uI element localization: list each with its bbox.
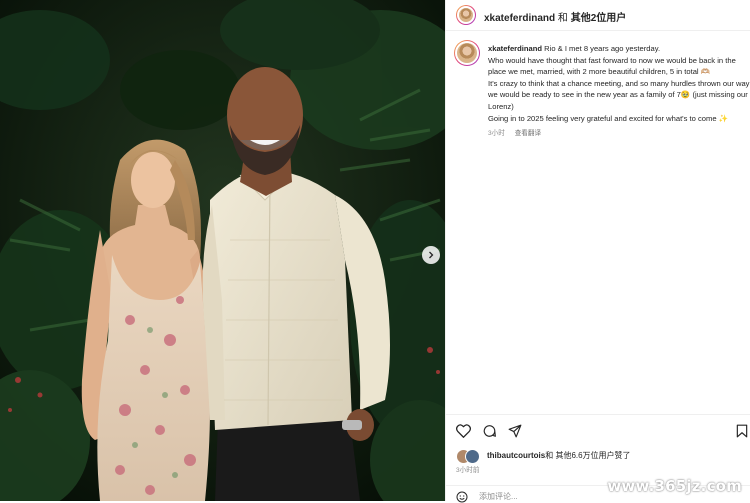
caption-line-1: Rio & I met 8 years ago yesterday. (544, 44, 661, 53)
comment-icon[interactable] (482, 424, 497, 438)
caption-line-4: Going in to 2025 feeling very grateful a… (488, 113, 729, 123)
caption-time: 3小时 (488, 130, 505, 138)
liker-avatar (465, 449, 480, 464)
header-others[interactable]: 其他2位用户 (571, 13, 627, 24)
header-usernames: xkateferdinand 和 其他2位用户 (484, 9, 626, 24)
caption-body: xkateferdinand Rio & I met 8 years ago y… (488, 43, 750, 140)
action-bar (446, 414, 750, 445)
liker-username[interactable]: thibautcourtois (487, 451, 545, 460)
post-header: xkateferdinand 和 其他2位用户 (446, 0, 750, 31)
caption-avatar[interactable] (454, 40, 480, 66)
caption-line-2: Who would have thought that fast forward… (488, 55, 736, 77)
heart-icon[interactable] (456, 424, 471, 438)
post-sidebar: xkateferdinand 和 其他2位用户 xkateferdinand R… (445, 0, 750, 503)
likes-text: thibautcourtois和 其他6.6万位用户赞了 (487, 450, 631, 461)
watermark: www.365jz.com (607, 477, 742, 495)
photo-image (0, 0, 445, 501)
post-time: 3小时前 (456, 467, 480, 474)
likes-count-text[interactable]: 和 其他6.6万位用户赞了 (545, 451, 630, 460)
translate-link[interactable]: 查看翻译 (515, 130, 541, 137)
post-photo[interactable] (0, 0, 445, 501)
comment-input[interactable]: 添加评论... (479, 491, 518, 502)
caption-meta: 3小时 查看翻译 (488, 128, 750, 140)
header-separator: 和 (555, 13, 571, 24)
next-photo-button[interactable] (422, 246, 440, 264)
emoji-icon[interactable] (456, 491, 468, 503)
caption-username[interactable]: xkateferdinand (488, 44, 542, 53)
header-username[interactable]: xkateferdinand (484, 13, 555, 24)
share-icon[interactable] (508, 424, 522, 438)
caption-line-3: It's crazy to think that a chance meetin… (488, 78, 750, 111)
chevron-right-icon (429, 251, 434, 259)
avatar[interactable] (456, 5, 476, 25)
bookmark-icon[interactable] (736, 424, 748, 438)
